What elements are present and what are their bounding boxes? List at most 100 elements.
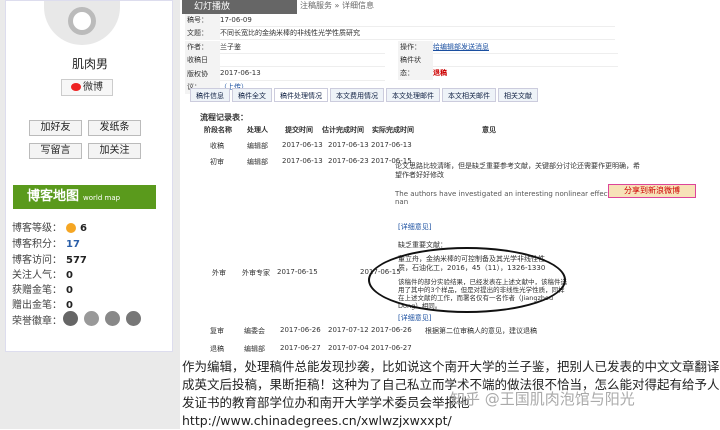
- info-value: 不同长宽比的金纳米棒的非线性光学性质研究: [220, 29, 360, 37]
- avatar[interactable]: [44, 1, 120, 45]
- detail-link[interactable]: [详细意见]: [398, 222, 431, 232]
- map-subtitle: world map: [83, 194, 121, 202]
- tab-literature[interactable]: 相关文献: [498, 88, 538, 102]
- profile-card: 肌肉男 微博 加好友 发纸条 写留言 加关注 博客地图 world map 博客等…: [5, 0, 173, 352]
- row-stage: 复审: [210, 327, 224, 335]
- info-label: 文题：: [185, 27, 220, 40]
- col-opinion: 意见: [482, 126, 496, 134]
- tab-fees[interactable]: 本文费用情况: [330, 88, 384, 102]
- col-stage: 阶段名称: [204, 126, 232, 134]
- tab-emails[interactable]: 本文处理邮件: [386, 88, 440, 102]
- stat-label: 荣誉徽章：: [12, 316, 62, 327]
- info-label: 稿件状态：: [398, 54, 433, 80]
- blog-sidebar: 肌肉男 微博 加好友 发纸条 写留言 加关注 博客地图 world map 博客等…: [0, 0, 180, 429]
- blog-map-banner[interactable]: 博客地图 world map: [13, 185, 156, 209]
- row-submit: 2017-06-26: [280, 326, 321, 334]
- stat-label: 获赠金笔：: [12, 285, 62, 296]
- username[interactable]: 肌肉男: [6, 55, 174, 72]
- stat-pens-given: 赠出金笔： 0: [12, 296, 73, 311]
- lock-badge-icon[interactable]: [105, 311, 120, 326]
- row-est: 2017-07-04: [328, 344, 369, 352]
- stat-label: 博客积分：: [12, 239, 62, 250]
- slideshow-tab[interactable]: 幻灯播放: [182, 0, 297, 14]
- breadcrumb: 注稿服务 » 详细信息: [300, 1, 374, 10]
- row-submit: 2017-06-13: [282, 141, 323, 149]
- stat-value: 577: [66, 255, 87, 266]
- badge-list: [63, 311, 147, 326]
- row-actual: 2017-06-27: [371, 344, 412, 352]
- row-est: 2017-07-12: [328, 326, 369, 334]
- col-person: 处理人: [247, 126, 268, 134]
- tab-info[interactable]: 稿件信息: [190, 88, 230, 102]
- stat-label: 赠出金笔：: [12, 300, 62, 311]
- row-est: 2017-06-13: [328, 141, 369, 149]
- row-stage: 退稿: [210, 345, 224, 353]
- weibo-label: 微博: [83, 82, 103, 93]
- question-badge-icon[interactable]: [63, 311, 78, 326]
- info-value: 兰子鉴: [220, 43, 241, 51]
- watermark: 知乎 @王国肌肉泡馆与阳光: [450, 390, 635, 408]
- info-value: 17-06-09: [220, 16, 252, 24]
- stat-visits: 博客访问： 577: [12, 251, 87, 266]
- info-label: 作者：: [185, 41, 220, 54]
- process-title: 流程记录表：: [200, 113, 248, 122]
- info-label: 操作：: [398, 41, 433, 54]
- tab-process[interactable]: 稿件处理情况: [274, 88, 328, 102]
- stat-value: 6: [80, 223, 87, 234]
- manuscript-tabs: 稿件信息 稿件全文 稿件处理情况 本文费用情况 本文处理邮件 本文相关邮件 相关文献: [190, 88, 540, 102]
- weibo-icon: [71, 83, 81, 91]
- stat-badges: 荣誉徽章：: [12, 312, 62, 327]
- send-message-link[interactable]: 给编辑部发送消息: [433, 43, 489, 51]
- row-actual: 2017-06-13: [371, 141, 412, 149]
- review-comment-1: 论文思路比较清晰，但是缺乏重要参考文献，关键部分讨论还需要作更明确，希望作者好好…: [395, 162, 640, 179]
- info-row-received: 收稿日期：2017-06-13: [185, 54, 385, 80]
- stat-points: 博客积分： 17: [12, 235, 80, 250]
- avatar-logo-icon: [68, 7, 96, 35]
- stat-label: 博客等级：: [12, 223, 62, 234]
- row-person: 编辑部: [247, 158, 268, 166]
- info-row-operation: 操作： 给编辑部发送消息: [398, 41, 618, 54]
- col-actual: 实际完成时间: [372, 126, 414, 134]
- status-value: 退稿: [433, 69, 447, 77]
- detail-link-2[interactable]: [详细意见]: [398, 313, 431, 323]
- info-row-author: 作者： 兰子鉴: [185, 41, 385, 54]
- final-opinion: 根据第二位审稿人的意见，建议退稿: [425, 327, 537, 335]
- row-person: 编辑部: [247, 142, 268, 150]
- stat-value: 0: [66, 270, 73, 281]
- row-actual: 2017-06-26: [371, 326, 412, 334]
- level-icon: [66, 223, 76, 233]
- tab-related-emails[interactable]: 本文相关邮件: [442, 88, 496, 102]
- follow-button[interactable]: 加关注: [88, 143, 141, 159]
- stat-value: 0: [66, 285, 73, 296]
- row-person: 编委会: [244, 327, 265, 335]
- stat-pens-received: 获赠金笔： 0: [12, 281, 73, 296]
- stat-label: 博客访问：: [12, 255, 62, 266]
- row-person: 编辑部: [244, 345, 265, 353]
- row-submit: 2017-06-13: [282, 157, 323, 165]
- stat-level: 博客等级： 6: [12, 219, 87, 234]
- leave-message-button[interactable]: 写留言: [29, 143, 82, 159]
- info-row-status: 稿件状态： 退稿: [398, 54, 618, 80]
- send-note-button[interactable]: 发纸条: [88, 120, 141, 136]
- row-stage: 收稿: [210, 142, 224, 150]
- tab-fulltext[interactable]: 稿件全文: [232, 88, 272, 102]
- pen-badge-icon[interactable]: [126, 311, 141, 326]
- row-stage: 初审: [210, 158, 224, 166]
- col-submit: 提交时间: [285, 126, 313, 134]
- info-label: 稿号：: [185, 14, 220, 27]
- camera-badge-icon[interactable]: [84, 311, 99, 326]
- info-row-id: 稿号： 17-06-09: [185, 14, 615, 27]
- row-person: 外审专家: [242, 269, 270, 277]
- info-row-title: 文题： 不同长宽比的金纳米棒的非线性光学性质研究: [185, 27, 615, 40]
- highlight-circle: [368, 247, 566, 313]
- row-submit: 2017-06-15: [277, 268, 318, 276]
- row-stage: 外审: [212, 269, 226, 277]
- embedded-screenshot: 幻灯播放 注稿服务 » 详细信息 稿号： 17-06-09 文题： 不同长宽比的金纳…: [182, 0, 720, 355]
- stat-value: 0: [66, 300, 73, 311]
- weibo-button[interactable]: 微博: [61, 79, 113, 96]
- share-weibo-button[interactable]: 分享到新浪微博: [608, 184, 696, 198]
- stat-label: 关注人气：: [12, 270, 62, 281]
- row-submit: 2017-06-27: [280, 344, 321, 352]
- map-title: 博客地图: [27, 189, 80, 204]
- add-friend-button[interactable]: 加好友: [29, 120, 82, 136]
